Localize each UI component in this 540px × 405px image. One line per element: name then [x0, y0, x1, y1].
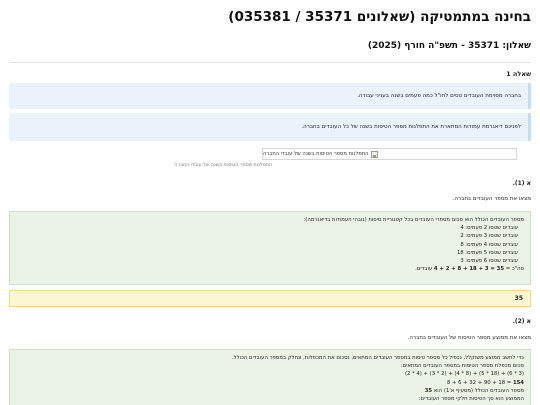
question-intro-box: בחברה מסוימת העובדים טסים לחו"ל כמה פעמי…: [9, 83, 531, 109]
solution-line: כדי לחשב ממוצע משוקלל, נכפיל כל מספר טיס…: [231, 355, 524, 361]
page-title: בחינה במתמטיקה (שאלונים 35371 / 035381): [228, 9, 531, 25]
sum-terms: 8 + 6 + 32 + 90 + 18 =: [446, 379, 513, 386]
sum-expression: 8 + 6 + 32 + 90 + 18 = 154: [447, 379, 524, 387]
solution-line: (2 * 4) + (3 * 2) + (4 * 8) + (5 * 18) +…: [16, 370, 524, 378]
solution-row: עובדים שטסו 3 פעמים: 2: [460, 233, 518, 240]
sum-result: 154: [512, 379, 524, 386]
solution-line: מספר העובדים הכולל (מסעיף א'1) הוא 35: [16, 387, 524, 395]
chart-caption: התפלגות מספר הטיסות בשנה של עובדי החברה: [174, 163, 272, 168]
divider: [9, 62, 531, 63]
solution-row: עובדים שטסו 4 פעמים: 8: [460, 241, 518, 248]
solution-row: עובדים שטסו 6 פעמים: 3: [460, 258, 518, 265]
question-context-text: לפניכם דיאגרמת עמודות המתארת את התפלגות …: [301, 124, 521, 130]
solution-row: עובדים שטסו 5 פעמים: 18: [456, 249, 518, 256]
solution-line: סכום מכפלת מספר הטיסות במספר העובדים המת…: [400, 363, 524, 370]
page: בחינה במתמטיקה (שאלונים 35371 / 035381) …: [0, 0, 540, 405]
question-context-box: לפניכם דיאגרמת עמודות המתארת את התפלגות …: [9, 113, 531, 141]
employee-count-text: מספר העובדים הכולל (מסעיף א'1) הוא: [432, 387, 524, 394]
solution-total-suffix: עובדים.: [415, 266, 434, 273]
products-expression: (2 * 4) + (3 * 2) + (4 * 8) + (5 * 18) +…: [404, 371, 524, 378]
question-heading: שאלה 1: [506, 70, 531, 78]
part-a1-solution-box: מספר העובדים הכולל הוא סכום מספרי העובדי…: [9, 211, 531, 285]
part-a2-solution-box: כדי לחשב ממוצע משוקלל, נכפיל כל מספר טיס…: [9, 349, 531, 405]
employee-count-value: 35: [424, 387, 433, 394]
solution-line: הממוצע הוא סך הטיסות חלקי מספר העובדים:: [418, 396, 524, 403]
question-intro-text: בחברה מסוימת העובדים טסים לחו"ל כמה פעמי…: [357, 93, 521, 99]
solution-intro: מספר העובדים הכולל הוא סכום מספרי העובדי…: [303, 217, 524, 223]
part-a1-task: מצאו את מספר העובדים בחברה.: [452, 196, 531, 202]
exam-subtitle: שאלון: 35371 - תשפ"ה חורף (2025): [367, 41, 531, 51]
chart-image-placeholder: התפלגות מספר הטיסות בשנה של עובדי החברה: [262, 148, 517, 160]
part-a2-heading: א (2).: [512, 318, 531, 325]
part-a1-answer-box: 35: [9, 290, 531, 307]
solution-total-expression: 4 + 2 + 8 + 18 + 3 = 35: [433, 266, 505, 273]
chart-image-alt: התפלגות מספר הטיסות בשנה של עובדי החברה: [263, 151, 369, 157]
solution-total-prefix: סה"כ =: [504, 266, 524, 273]
solution-line: 8 + 6 + 32 + 90 + 18 = 154: [16, 379, 524, 387]
broken-image-icon: [370, 150, 378, 158]
solution-total: סה"כ = 4 + 2 + 8 + 18 + 3 = 35 עובדים.: [16, 265, 524, 273]
part-a1-heading: א (1).: [512, 180, 531, 187]
part-a2-task: מצאו את ממוצע מספר הטיסות של העובדים בחב…: [407, 335, 531, 341]
solution-row: עובדים שטסו 2 פעמים: 4: [460, 225, 518, 232]
answer-value: 35: [514, 295, 523, 302]
